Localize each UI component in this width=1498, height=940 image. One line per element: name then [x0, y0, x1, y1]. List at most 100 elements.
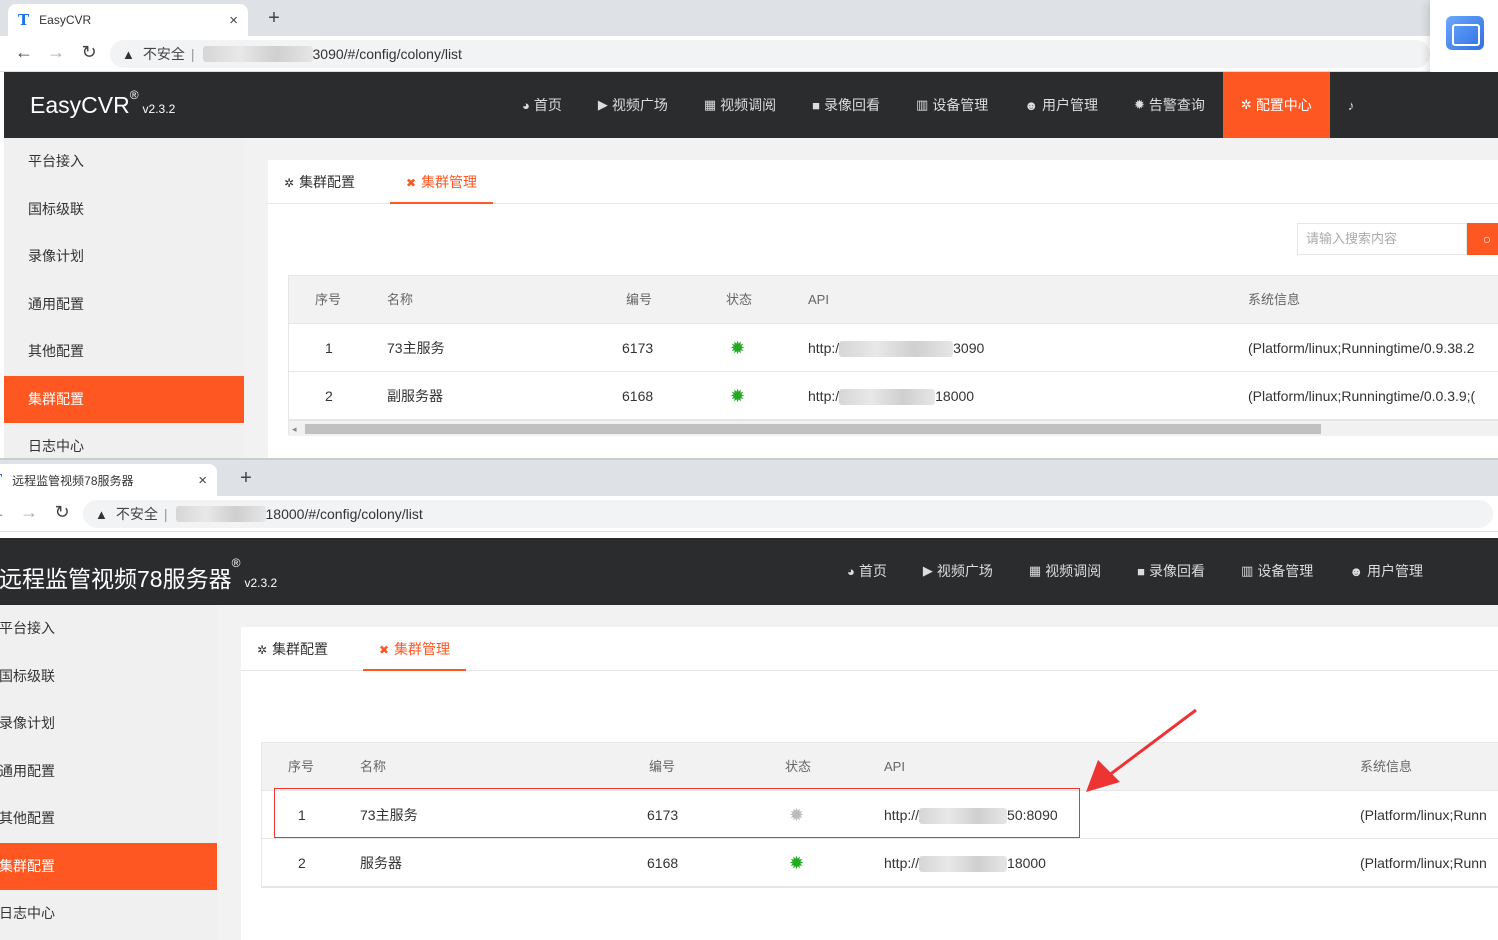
play-icon: ▶ [922, 563, 933, 578]
status-online-icon: ✹ [789, 853, 805, 873]
col-name: 名称 [360, 759, 387, 774]
sidebar-item-gb-cascade[interactable]: 国标级联 [4, 186, 244, 234]
sidebar-item-cluster-config[interactable]: 集群配置 [0, 842, 217, 890]
browser-tab[interactable]: T EasyCVR × [8, 4, 248, 36]
nav-notifications[interactable]: ♪ [1330, 72, 1377, 138]
sidebar-item-platform-access[interactable]: 平台接入 [0, 605, 217, 653]
nav-users[interactable]: ☻ 用户管理 [1006, 72, 1116, 138]
tab-cluster-config[interactable]: ✲ 集群配置 [241, 627, 344, 671]
app-header: 远程监管视频78服务器®v2.3.2 ◕ 首页 ▶ 视频广场 ▦ 视频调阅 ■ 录像回看… [0, 538, 1498, 605]
nav-home[interactable]: ◕ 首页 [504, 72, 580, 138]
row-sysinfo: (Platform/linux;Runningtime/0.0.3.9;( [1248, 388, 1476, 404]
redacted-host [839, 389, 936, 406]
nav-label: 告警查询 [1148, 97, 1205, 113]
row-code: 6168 [622, 388, 654, 404]
nav-playback[interactable]: ■ 录像回看 [1119, 538, 1223, 604]
nav-label: 视频广场 [936, 563, 993, 579]
app-logo[interactable]: 远程监管视频78服务器®v2.3.2 [0, 556, 277, 594]
sidebar-item-record-plan[interactable]: 录像计划 [4, 233, 244, 281]
gear-icon: ✲ [257, 643, 268, 657]
col-sysinfo: 系统信息 [1248, 292, 1301, 307]
bell-icon: ♪ [1347, 97, 1355, 113]
tab-cluster-config[interactable]: ✲ 集群配置 [268, 160, 371, 204]
table-header: 序号 名称 编号 状态 API 系统信息 [289, 276, 1498, 324]
url-separator: | [163, 506, 168, 522]
table-row[interactable]: 2 副服务器 6168 ✹ http:/ 18000 (Platform/linu… [289, 372, 1498, 420]
row-api: http:/ 18000 [808, 372, 974, 420]
main-content: ✲ 集群配置 ✖ 集群管理 请输入搜索内容 ○ 序号 名称 编号 状态 API 系统… [244, 138, 1498, 458]
sidebar-item-platform-access[interactable]: 平台接入 [4, 138, 244, 186]
nav-config-center[interactable]: ✲ 配置中心 [1222, 72, 1330, 138]
reload-button[interactable]: ↻ [77, 42, 101, 63]
sidebar-item-general-config[interactable]: 通用配置 [4, 281, 244, 329]
row-code: 6168 [647, 855, 679, 871]
back-button[interactable]: ← [12, 42, 36, 63]
row-code: 6173 [622, 340, 654, 356]
new-tab-button[interactable]: + [262, 6, 286, 30]
table-row[interactable]: 1 73主服务 6173 ✹ http:/ 3090 (Platform/linu… [289, 324, 1498, 372]
sidebar-item-cluster-config[interactable]: 集群配置 [4, 375, 244, 423]
sidebar-item-log-center[interactable]: 日志中心 [0, 890, 217, 938]
registered-mark: ® [129, 88, 139, 102]
url-field[interactable]: ▲ 不安全 | 18000/#/config/colony/list [83, 500, 1493, 528]
config-tabs: ✲ 集群配置 ✖ 集群管理 [268, 160, 1498, 204]
scroll-left-icon[interactable]: ◂ [292, 421, 297, 437]
nav-video-view[interactable]: ▦ 视频调阅 [686, 72, 794, 138]
row-name: 副服务器 [387, 388, 443, 404]
device-icon: ▥ [1241, 563, 1254, 578]
sidebar-item-gb-cascade[interactable]: 国标级联 [0, 653, 217, 701]
close-tab-icon[interactable]: × [229, 12, 238, 29]
app-window-icon [1446, 16, 1484, 50]
col-index: 序号 [288, 759, 315, 774]
tab-title: 远程监管视频78服务器 [12, 473, 134, 488]
nav-label: 用户管理 [1042, 97, 1098, 113]
nav-video-view[interactable]: ▦ 视频调阅 [1011, 538, 1119, 604]
nav-home[interactable]: ◕ 首页 [829, 538, 905, 604]
new-tab-button[interactable]: + [234, 466, 258, 490]
nav-devices[interactable]: ▥ 设备管理 [898, 72, 1006, 138]
nav-alarms[interactable]: ✹ 告警查询 [1116, 72, 1223, 138]
sidebar: 平台接入 国标级联 录像计划 通用配置 其他配置 集群配置 日志中心 [0, 605, 217, 940]
camera-icon: ■ [812, 97, 821, 113]
close-tab-icon[interactable]: × [198, 472, 207, 489]
tab-cluster-manage[interactable]: ✖ 集群管理 [363, 627, 467, 671]
row-index: 2 [325, 388, 333, 404]
reload-button[interactable]: ↻ [50, 502, 74, 523]
browser-tab-bar: T 远程监管视频78服务器 × + [0, 460, 1498, 496]
search-input[interactable]: 请输入搜索内容 [1297, 223, 1467, 255]
nav-label: 录像回看 [824, 97, 881, 113]
tools-icon: ✖ [379, 643, 390, 657]
nav-users[interactable]: ☻ 用户管理 [1331, 538, 1441, 604]
table-row[interactable]: 2 服务器 6168 ✹ http:// 18000 (Platform/linu… [262, 839, 1498, 887]
nav-label: 视频调阅 [720, 97, 777, 113]
forward-button[interactable]: → [44, 42, 68, 63]
tab-label: 集群配置 [272, 641, 329, 657]
nav-video-square[interactable]: ▶ 视频广场 [905, 538, 1011, 604]
grid-icon: ▦ [703, 97, 717, 112]
forward-button[interactable]: → [17, 502, 41, 523]
sidebar-item-log-center[interactable]: 日志中心 [4, 423, 244, 458]
insecure-label: 不安全 [115, 506, 158, 522]
col-code: 编号 [626, 292, 653, 307]
shot2-frame: T 远程监管视频78服务器 × + ← → ↻ ▲ 不安全 | 18000/#/… [0, 460, 1498, 940]
sidebar-item-general-config[interactable]: 通用配置 [0, 748, 217, 796]
nav-label: 设备管理 [932, 97, 989, 113]
main-nav: ◕ 首页 ▶ 视频广场 ▦ 视频调阅 ■ 录像回看 ▥ 设备管理 ☻ 用户管理 [829, 538, 1441, 604]
sidebar-item-other-config[interactable]: 其他配置 [4, 328, 244, 376]
search-button[interactable]: ○ [1467, 223, 1498, 255]
logo-text: EasyCVR [30, 92, 130, 118]
app-logo[interactable]: EasyCVR®v2.3.2 [30, 88, 175, 119]
sidebar-item-other-config[interactable]: 其他配置 [0, 795, 217, 843]
tab-cluster-manage[interactable]: ✖ 集群管理 [390, 160, 494, 204]
nav-devices[interactable]: ▥ 设备管理 [1223, 538, 1331, 604]
tab-title: EasyCVR [39, 13, 92, 27]
back-button[interactable]: ← [0, 502, 9, 523]
url-field[interactable]: ▲ 不安全 | 3090/#/config/colony/list [110, 40, 1430, 68]
scrollbar-thumb[interactable] [305, 424, 1321, 434]
sidebar-item-record-plan[interactable]: 录像计划 [0, 700, 217, 748]
nav-playback[interactable]: ■ 录像回看 [794, 72, 898, 138]
col-api: API [808, 292, 829, 307]
nav-video-square[interactable]: ▶ 视频广场 [580, 72, 686, 138]
browser-tab[interactable]: T 远程监管视频78服务器 × [0, 464, 217, 496]
horizontal-scrollbar[interactable]: ◂ [289, 420, 1498, 436]
